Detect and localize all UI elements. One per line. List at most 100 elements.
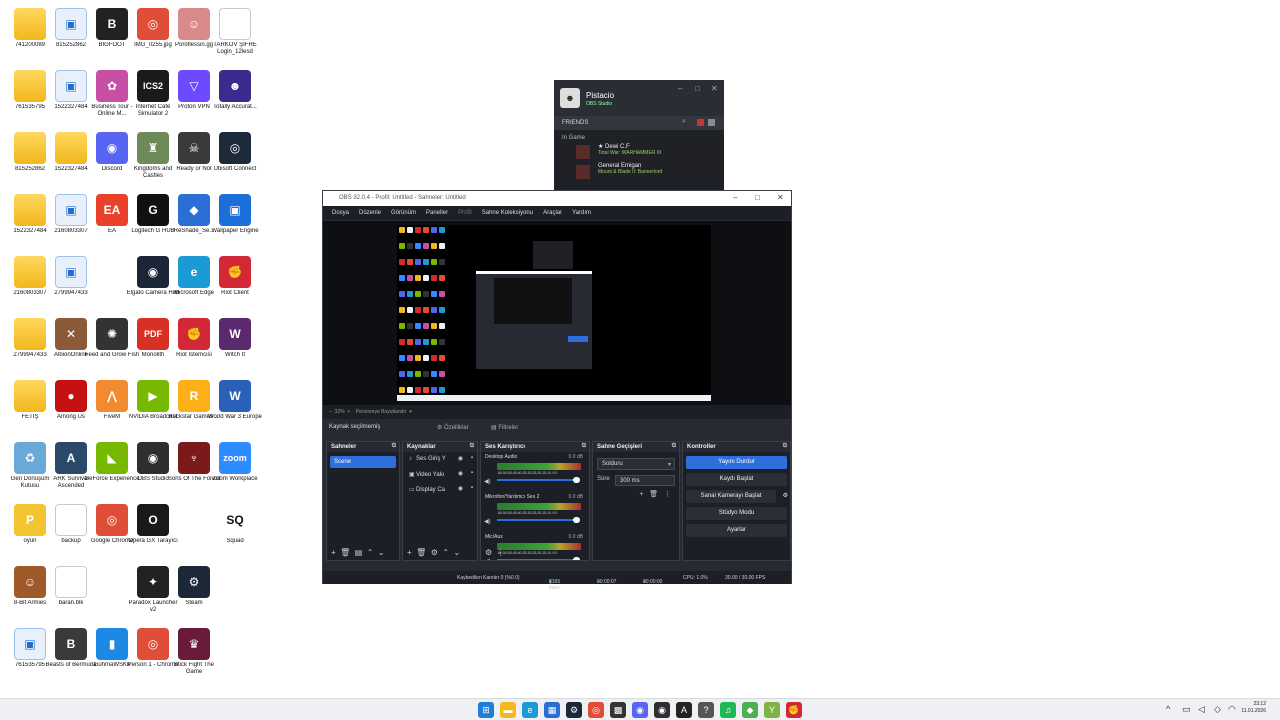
volume-slider[interactable] bbox=[485, 517, 585, 523]
stop-streaming-button[interactable]: Yayını Durdur bbox=[686, 456, 787, 469]
properties-button[interactable]: ⚙ Özellikler bbox=[437, 424, 469, 431]
gear-icon[interactable]: ⚙ bbox=[783, 492, 788, 499]
edge-icon[interactable]: e bbox=[522, 702, 538, 718]
filter-icon[interactable]: ▤ bbox=[355, 548, 363, 557]
maximize-icon[interactable]: □ bbox=[695, 84, 700, 93]
clock[interactable]: 23:12 11.01.2026 bbox=[1241, 701, 1266, 715]
menu-item[interactable]: Düzenle bbox=[354, 206, 386, 220]
desktop-icon[interactable]: O Opera GX Tarayıcı bbox=[123, 500, 183, 562]
preview-area[interactable] bbox=[323, 221, 791, 405]
app-icon[interactable]: ◆ bbox=[742, 702, 758, 718]
more-icon[interactable]: ⋮ bbox=[664, 491, 671, 498]
menu-item[interactable]: Görünüm bbox=[386, 206, 421, 220]
settings-button[interactable]: Ayarlar bbox=[686, 524, 787, 537]
chrome-icon[interactable]: ◎ bbox=[588, 702, 604, 718]
desktop-icon[interactable]: ⚙ Steam bbox=[164, 562, 224, 624]
lock-icon[interactable]: ▪ bbox=[471, 455, 473, 461]
app-icon[interactable]: ▩ bbox=[610, 702, 626, 718]
source-item[interactable]: ♪ Ses Giriş Y ◉ ▪ bbox=[403, 452, 477, 467]
desktop-icon[interactable]: baran.blk bbox=[41, 562, 101, 624]
source-item[interactable]: ▭Display Ca ◉ ▪ bbox=[403, 482, 477, 497]
app-icon[interactable]: ? bbox=[698, 702, 714, 718]
duration-input[interactable]: 300 ms bbox=[615, 475, 675, 486]
add-icon[interactable]: + bbox=[331, 548, 336, 557]
desktop-icon[interactable]: ▣ 2799947433 bbox=[41, 252, 101, 314]
file-explorer-icon[interactable]: ▬ bbox=[500, 702, 516, 718]
eye-icon[interactable]: ◉ bbox=[458, 485, 463, 492]
desktop-icon[interactable]: ▣ Wallpaper Engine bbox=[205, 190, 265, 252]
desktop-icon[interactable]: ☻ Totally Accurat... bbox=[205, 66, 265, 128]
volume-icon[interactable]: ◁ bbox=[1198, 704, 1205, 715]
mic-icon[interactable]: ◇ bbox=[1214, 704, 1221, 715]
volume-slider[interactable] bbox=[485, 477, 585, 483]
trash-icon[interactable]: 🗑 bbox=[416, 548, 426, 557]
desktop-icon[interactable]: zoom Zoom Workplace bbox=[205, 438, 265, 500]
fit-window-select[interactable]: Pencereye Boyutlandır ▾ bbox=[356, 409, 412, 415]
trash-icon[interactable]: 🗑 bbox=[340, 548, 350, 557]
chevron-up-icon[interactable]: ^ bbox=[1166, 704, 1170, 714]
slider-handle[interactable] bbox=[573, 477, 580, 483]
obs-icon[interactable]: ◉ bbox=[654, 702, 670, 718]
menu-item[interactable]: Dosya bbox=[327, 206, 354, 220]
slider-handle[interactable] bbox=[573, 517, 580, 523]
settings-icon[interactable] bbox=[708, 119, 715, 126]
desktop-icon[interactable]: ♛ Stick Fight The Game bbox=[164, 624, 224, 686]
eye-icon[interactable]: ◉ bbox=[458, 470, 463, 477]
wifi-icon[interactable]: ◠ bbox=[1228, 704, 1236, 715]
undock-icon[interactable]: ⧉ bbox=[582, 443, 586, 450]
discord-icon[interactable]: ◉ bbox=[632, 702, 648, 718]
speaker-icon[interactable]: ◀) bbox=[484, 518, 491, 525]
steam-avatar[interactable]: ☻ bbox=[560, 88, 580, 108]
friend-row[interactable]: ★ Dewi C.F Total War: WARHAMMER III bbox=[554, 143, 724, 163]
undock-icon[interactable]: ⧉ bbox=[392, 443, 396, 450]
speaker-icon[interactable]: ◀) bbox=[484, 478, 491, 485]
source-item[interactable]: ▣Video Yakı ◉ ▪ bbox=[403, 467, 477, 482]
desktop-icon[interactable]: TARKOV ŞİFRE Login_12lesd bbox=[205, 4, 265, 66]
menu-item[interactable]: Sahne Koleksiyonu bbox=[477, 206, 538, 220]
arrow-up-icon[interactable]: ⌃ bbox=[367, 548, 374, 557]
close-icon[interactable]: ✕ bbox=[777, 193, 784, 202]
arrow-up-icon[interactable]: ⌃ bbox=[442, 548, 449, 557]
start-virtual-camera-button[interactable]: Sanal Kamerayı Başlat ⚙ bbox=[686, 490, 788, 503]
desktop-icon[interactable]: SQ Squad bbox=[205, 500, 265, 562]
desktop-icon[interactable]: W World War 3 Europe bbox=[205, 376, 265, 438]
arrow-down-icon[interactable]: ⌄ bbox=[378, 548, 385, 557]
arrow-down-icon[interactable]: ⌄ bbox=[454, 548, 461, 557]
steam-icon[interactable]: ⚙ bbox=[566, 702, 582, 718]
gear-icon[interactable]: ⚙ bbox=[431, 548, 438, 557]
steam-user-name[interactable]: Pistacio bbox=[586, 91, 614, 100]
obs-window[interactable]: OBS 32.0.4 - Profil: Untitled - Sahneler… bbox=[322, 190, 792, 591]
lock-icon[interactable]: ▪ bbox=[471, 470, 473, 476]
close-icon[interactable]: ✕ bbox=[711, 84, 718, 93]
maximize-icon[interactable]: □ bbox=[755, 193, 760, 202]
menu-item[interactable]: Profil bbox=[453, 206, 477, 220]
add-friend-icon[interactable] bbox=[697, 119, 704, 126]
steam-friends-window[interactable]: ☻ Pistacio OBS Studio – □ ✕ FRIENDS ⌕ In… bbox=[554, 80, 724, 192]
friend-row[interactable]: General Emigan Mount & Blade II: Bannerlo… bbox=[554, 163, 724, 183]
store-icon[interactable]: ▦ bbox=[544, 702, 560, 718]
search-icon[interactable]: ⌕ bbox=[682, 118, 686, 126]
menu-item[interactable]: Paneller bbox=[421, 206, 453, 220]
minimize-icon[interactable]: – bbox=[733, 193, 737, 202]
riot-icon[interactable]: ✊ bbox=[786, 702, 802, 718]
menu-item[interactable]: Yardım bbox=[567, 206, 596, 220]
minimize-icon[interactable]: – bbox=[678, 84, 682, 93]
undock-icon[interactable]: ⧉ bbox=[783, 443, 787, 450]
preview-zoom-menu[interactable]: – 32% + bbox=[329, 409, 350, 415]
preview-canvas[interactable] bbox=[397, 225, 711, 401]
network-icon[interactable]: ▭ bbox=[1182, 704, 1191, 715]
studio-mode-button[interactable]: Stüdyo Modu bbox=[686, 507, 787, 520]
add-icon[interactable]: + bbox=[407, 548, 412, 557]
trash-icon[interactable]: 🗑 bbox=[649, 491, 658, 498]
notepad-icon[interactable]: A bbox=[676, 702, 692, 718]
eye-icon[interactable]: ◉ bbox=[458, 455, 463, 462]
start-icon[interactable]: ⊞ bbox=[478, 702, 494, 718]
scene-item[interactable]: Scene bbox=[330, 456, 396, 468]
start-recording-button[interactable]: Kaydı Başlat bbox=[686, 473, 787, 486]
gear-icon[interactable]: ⚙ bbox=[485, 548, 492, 557]
transition-select[interactable]: Solduru ▾ bbox=[597, 458, 675, 470]
menu-item[interactable]: Araçlar bbox=[538, 206, 567, 220]
more-icon[interactable]: ⋮ bbox=[497, 548, 505, 557]
filters-button[interactable]: ▤ Filtreler bbox=[491, 424, 518, 431]
desktop-icon[interactable]: W Witch It bbox=[205, 314, 265, 376]
